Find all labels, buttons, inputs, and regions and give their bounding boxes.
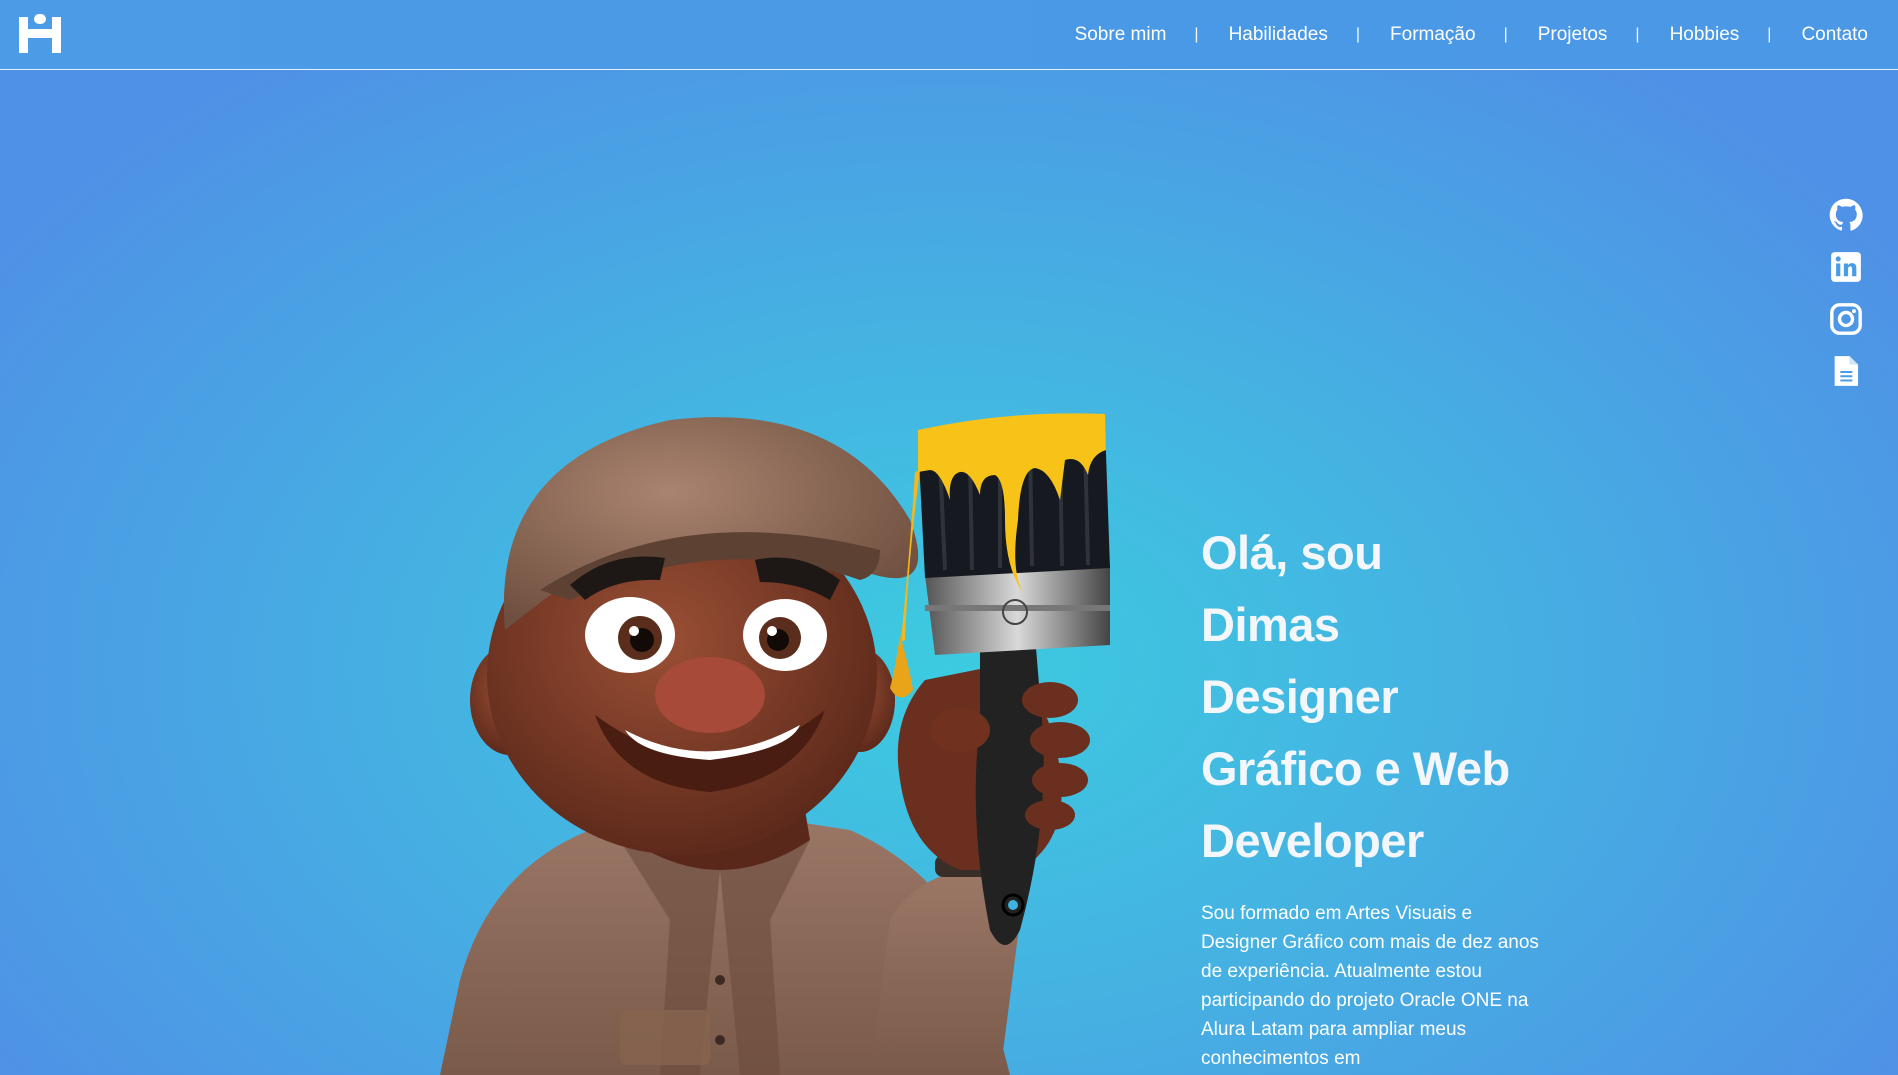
nav-link-sobre-mim[interactable]: Sobre mim [1075,24,1167,46]
nav-link-projetos[interactable]: Projetos [1538,24,1608,46]
nav-link-formacao[interactable]: Formação [1390,24,1476,46]
hero-title-line: Developer [1201,814,1424,867]
nav-separator: | [1355,26,1361,43]
hero-title-line: Gráfico e Web [1201,742,1510,795]
dimas-logo-icon[interactable] [19,14,61,56]
nav-link-hobbies[interactable]: Hobbies [1670,24,1740,46]
hero-title-line: Olá, sou [1201,526,1383,579]
hero-title: Olá, sou Dimas Designer Gráfico e Web De… [1201,517,1541,877]
site-header: Sobre mim | Habilidades | Formação | Pro… [0,0,1898,70]
nav-link-contato[interactable]: Contato [1801,24,1868,46]
document-icon[interactable] [1829,354,1863,388]
painter-character-illustration [420,400,1140,1075]
nav-separator: | [1194,26,1199,43]
nav-separator: | [1635,26,1640,43]
main-nav: Sobre mim | Habilidades | Formação | Pro… [1075,0,1868,70]
hero-title-line: Dimas [1201,598,1340,651]
social-links [1828,198,1864,388]
hero-description: Sou formado em Artes Visuais e Designer … [1201,903,1539,1069]
hero-title-line: Designer [1201,670,1399,723]
nav-separator: | [1503,26,1508,43]
nav-link-habilidades[interactable]: Habilidades [1229,24,1328,46]
linkedin-icon[interactable] [1829,250,1863,284]
hero-intro: Olá, sou Dimas Designer Gráfico e Web De… [1201,517,1541,1073]
nav-separator: | [1767,26,1772,43]
github-icon[interactable] [1829,198,1863,232]
instagram-icon[interactable] [1829,302,1863,336]
